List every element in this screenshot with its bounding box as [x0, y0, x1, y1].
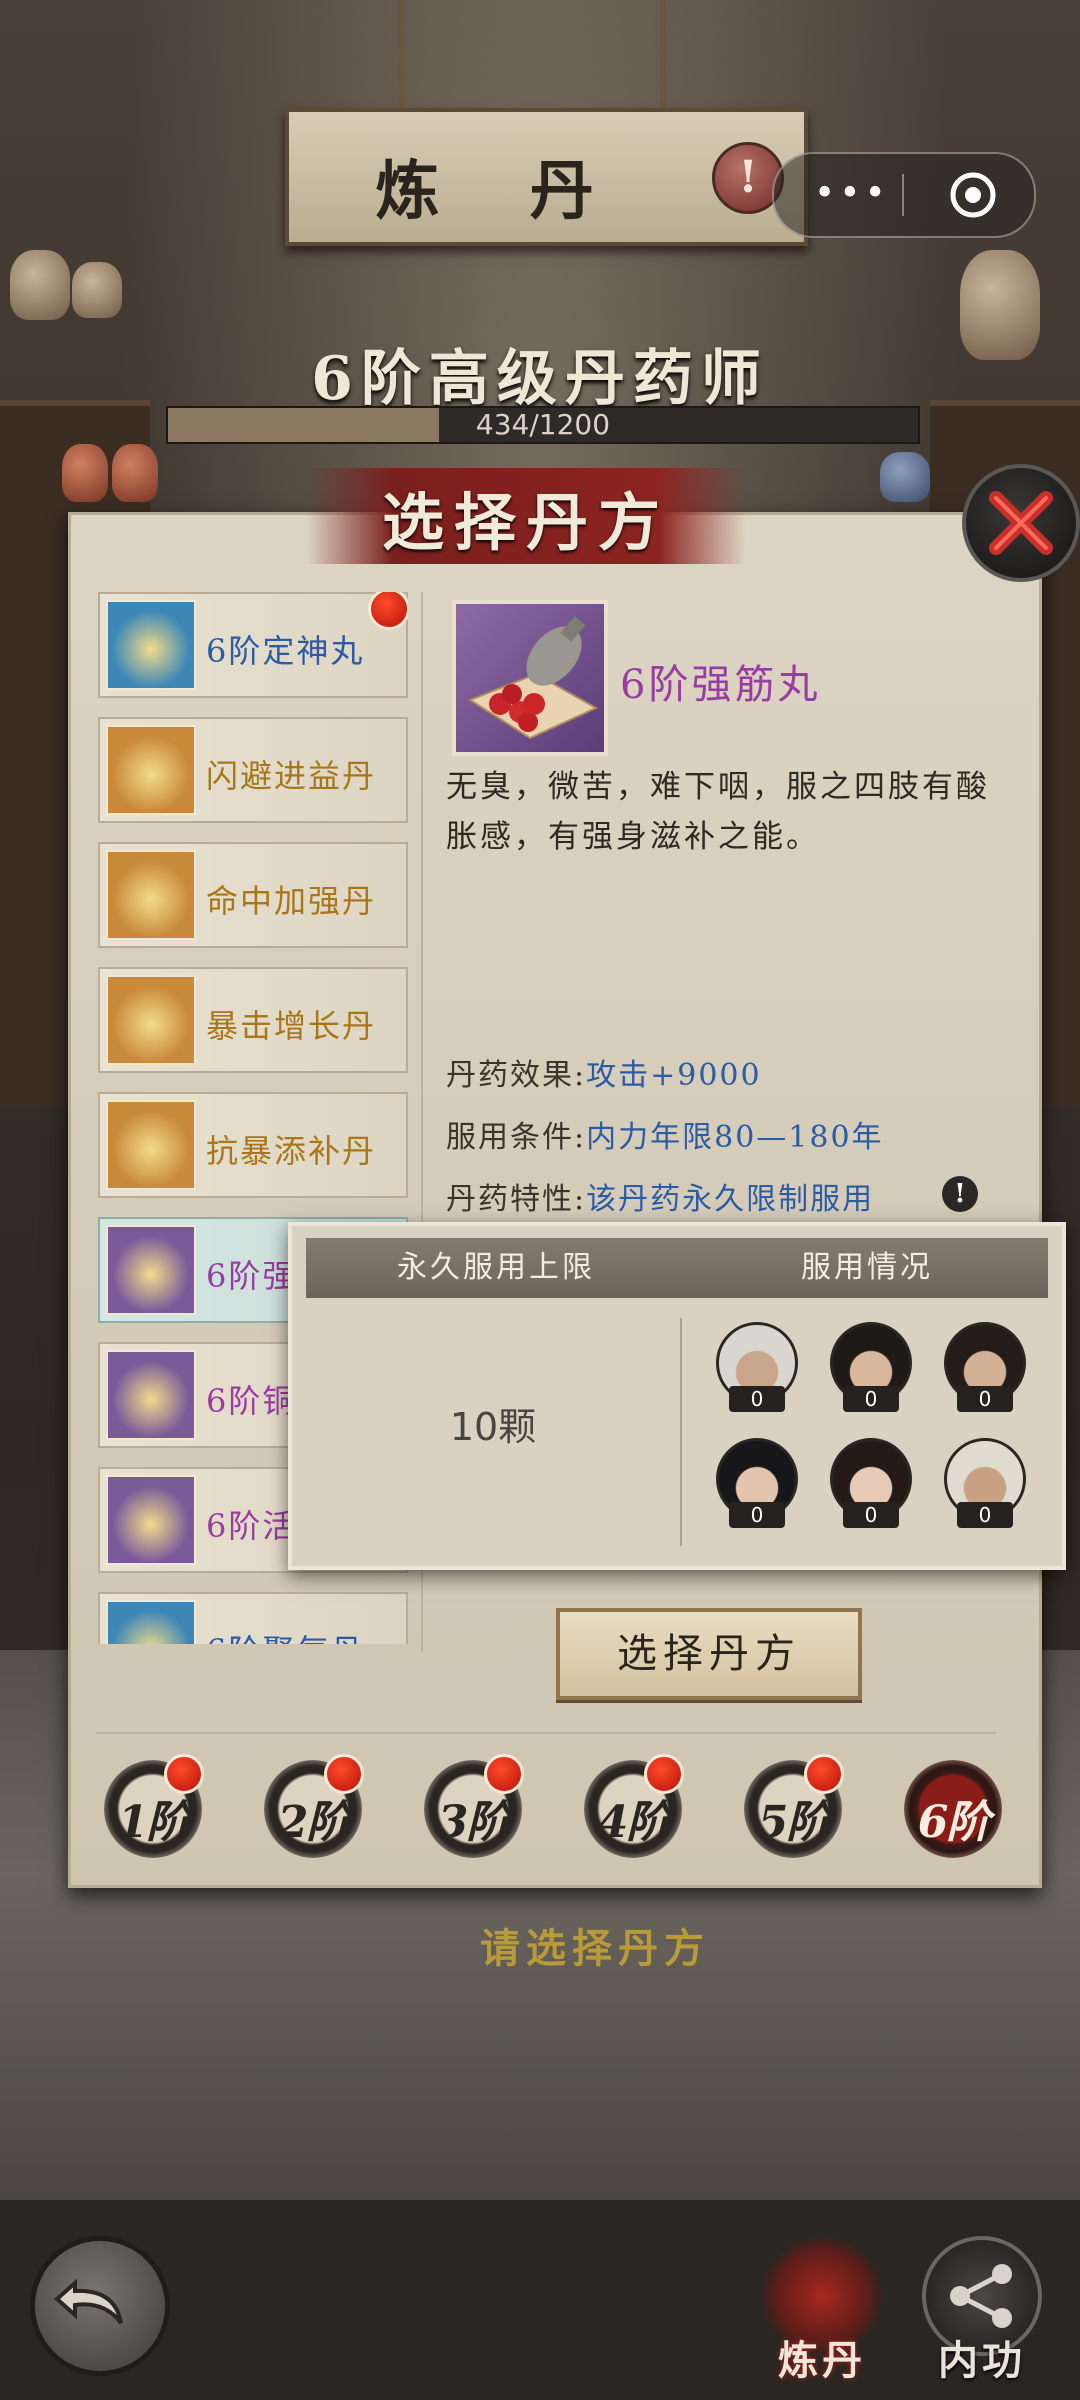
recipe-icon	[106, 975, 196, 1065]
trait-label: 丹药特性:	[446, 1182, 587, 1217]
tier-tab[interactable]: 3阶	[424, 1754, 524, 1858]
recipe-icon	[106, 1600, 196, 1644]
jar-decoration	[72, 262, 122, 318]
recipe-label: 闪避进益丹	[206, 757, 377, 795]
recipe-item[interactable]: 抗暴添补丹	[98, 1092, 408, 1198]
recipe-item[interactable]: 6阶定神丸	[98, 592, 408, 698]
popup-header: 永久服用上限 服用情况	[306, 1238, 1048, 1298]
character-usage-count: 0	[729, 1502, 785, 1528]
pill-vase-icon	[467, 616, 599, 740]
trait-value: 该丹药永久限制服用	[586, 1182, 875, 1217]
character-usage-count: 0	[843, 1386, 899, 1412]
character-usage-count: 0	[843, 1502, 899, 1528]
recipe-item[interactable]: 命中加强丹	[98, 842, 408, 948]
tier-label: 6阶	[917, 1797, 991, 1848]
recipe-label: 6阶铜	[206, 1382, 297, 1420]
character-usage-count: 0	[957, 1386, 1013, 1412]
more-icon[interactable]: •••	[814, 176, 890, 212]
rank-title: 6阶高级丹药师	[311, 344, 769, 414]
panel-title: 选择丹方	[381, 486, 670, 559]
recipe-label: 抗暴添补丹	[206, 1132, 377, 1170]
notification-dot	[644, 1754, 684, 1794]
back-button[interactable]	[30, 2236, 170, 2376]
jar-decoration	[112, 444, 158, 502]
pill-condition: 服用条件:内力年限80—180年	[446, 1112, 884, 1156]
tier-tab[interactable]: 2阶	[264, 1754, 364, 1858]
popup-header-limit: 永久服用上限	[397, 1250, 595, 1285]
recipe-label: 6阶聚气丹	[206, 1626, 364, 1644]
close-miniprogram-icon[interactable]	[948, 170, 998, 220]
rope	[660, 0, 666, 110]
effect-value: 攻击+9000	[586, 1058, 762, 1093]
recipe-item[interactable]: 闪避进益丹	[98, 717, 408, 823]
recipe-icon	[106, 600, 196, 690]
condition-value: 内力年限80—180年	[586, 1120, 884, 1155]
back-arrow-icon	[53, 2278, 123, 2325]
pill-description: 无臭，微苦，难下咽，服之四肢有酸胀感，有强身滋补之能。	[446, 769, 990, 855]
pill-effect: 丹药效果:攻击+9000	[446, 1050, 762, 1094]
select-recipe-label: 选择丹方	[617, 1631, 801, 1677]
recipe-label: 6阶活	[206, 1507, 297, 1545]
miniprogram-capsule: •••	[772, 152, 1036, 238]
tier-label: 2阶	[277, 1797, 351, 1848]
recipe-icon	[106, 1350, 196, 1440]
tier-tab[interactable]: 6阶	[904, 1760, 1002, 1858]
character-usage-count: 0	[729, 1386, 785, 1412]
recipe-label: 6阶强	[206, 1257, 297, 1295]
pill-name: 6阶强筋丸	[620, 662, 821, 708]
recipe-item[interactable]: 6阶聚气丹	[98, 1592, 408, 1644]
usage-limit-popup: 永久服用上限 服用情况 10颗 0 0 0 0 0 0	[288, 1222, 1066, 1570]
recipe-label: 6阶定神丸	[206, 632, 365, 670]
tier-label: 4阶	[597, 1797, 671, 1848]
recipe-label: 命中加强丹	[206, 882, 377, 920]
pill-trait: 丹药特性:该丹药永久限制服用	[446, 1174, 874, 1218]
recipe-icon	[106, 725, 196, 815]
page-title: 炼 丹	[375, 154, 628, 229]
jar-decoration	[880, 452, 930, 502]
info-icon[interactable]: !	[942, 1176, 978, 1212]
nav-inner-skill[interactable]: 内功	[912, 2236, 1052, 2386]
nav-alchemy[interactable]: 炼丹	[752, 2236, 892, 2386]
select-recipe-button[interactable]: 选择丹方	[556, 1608, 862, 1700]
notification-dot	[368, 592, 408, 630]
jar-decoration	[62, 444, 108, 502]
title-board: 炼 丹 !	[285, 108, 808, 246]
notification-dot	[484, 1754, 524, 1794]
tier-label: 3阶	[437, 1797, 511, 1848]
notification-dot	[164, 1754, 204, 1794]
popup-header-usage: 服用情况	[801, 1250, 933, 1285]
tier-tab[interactable]: 5阶	[744, 1754, 844, 1858]
popup-divider	[680, 1318, 682, 1546]
recipe-icon	[106, 1475, 196, 1565]
effect-label: 丹药效果:	[446, 1058, 587, 1093]
tier-label: 5阶	[757, 1797, 831, 1848]
recipe-icon	[106, 850, 196, 940]
recipe-icon	[106, 1100, 196, 1190]
nav-inner-skill-label: 内功	[938, 2337, 1026, 2384]
progress-text: 434/1200	[475, 408, 611, 441]
tier-tab[interactable]: 4阶	[584, 1754, 684, 1858]
nav-alchemy-label: 炼丹	[778, 2337, 866, 2384]
tier-divider	[96, 1732, 996, 1734]
close-button[interactable]	[962, 464, 1080, 582]
close-icon	[989, 491, 1053, 555]
recipe-icon	[106, 1225, 196, 1315]
recipe-label: 暴击增长丹	[206, 1007, 377, 1045]
recipe-item[interactable]: 暴击增长丹	[98, 967, 408, 1073]
notification-dot	[324, 1754, 364, 1794]
panel-hint: 请选择丹方	[480, 1925, 710, 1972]
character-usage-count: 0	[957, 1502, 1013, 1528]
pill-image	[452, 600, 608, 756]
tier-label: 1阶	[117, 1797, 191, 1848]
jar-decoration	[10, 250, 70, 320]
notification-dot	[804, 1754, 844, 1794]
condition-label: 服用条件:	[446, 1120, 587, 1155]
rope	[398, 0, 404, 110]
tier-tab[interactable]: 1阶	[104, 1754, 204, 1858]
rank-progress-bar: 434/1200	[166, 406, 920, 444]
limit-value: 10颗	[449, 1405, 537, 1449]
capsule-divider	[902, 174, 904, 216]
